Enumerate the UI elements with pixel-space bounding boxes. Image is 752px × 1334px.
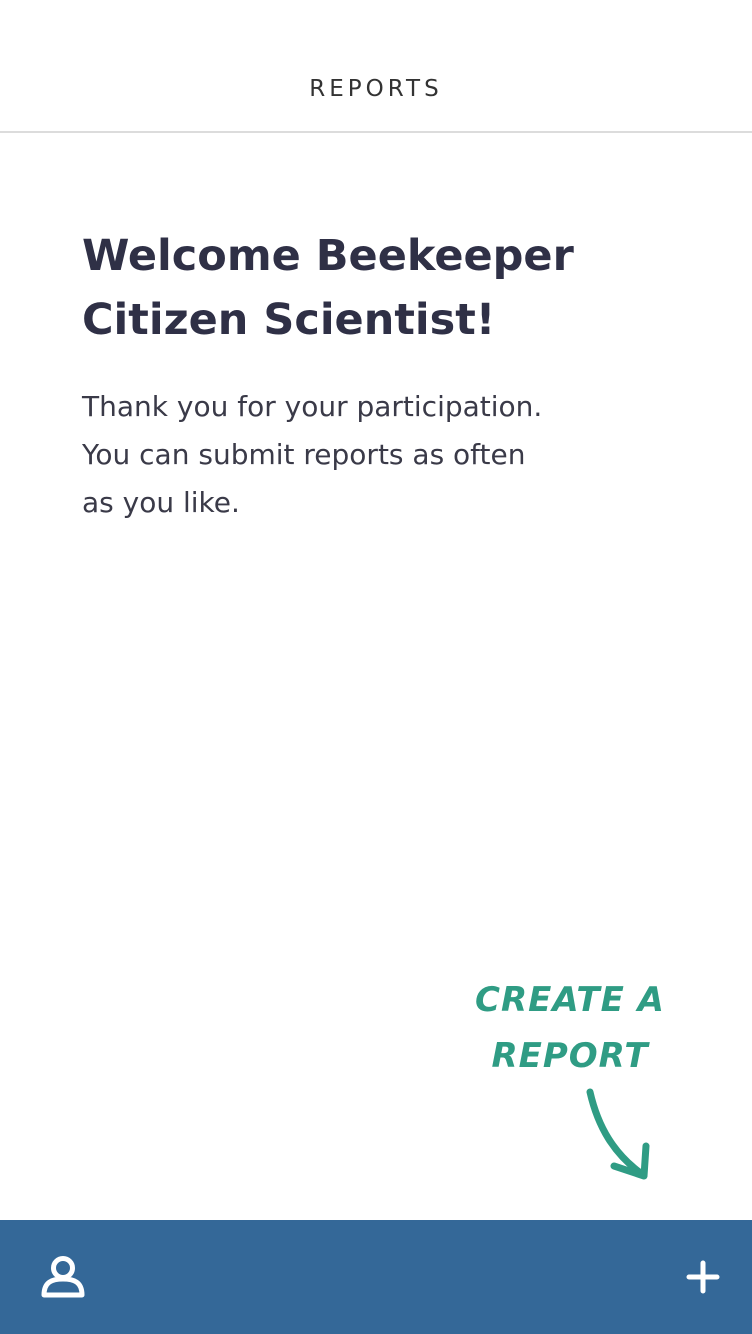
user-icon: [41, 1256, 85, 1298]
profile-button[interactable]: [30, 1244, 96, 1310]
create-report-button[interactable]: [670, 1244, 736, 1310]
welcome-message-line-1: Thank you for your participation.: [82, 390, 543, 423]
plus-icon: [686, 1260, 720, 1294]
welcome-message: Thank you for your participation. You ca…: [82, 383, 602, 527]
welcome-message-line-2: You can submit reports as often: [82, 438, 526, 471]
header-bar: REPORTS: [0, 0, 752, 133]
create-report-hint: CREATE A REPORT: [440, 972, 700, 1084]
welcome-title-line-1: Welcome Beekeeper: [82, 231, 574, 281]
page-title: REPORTS: [309, 76, 443, 102]
welcome-title: Welcome Beekeeper Citizen Scientist!: [82, 224, 642, 352]
welcome-message-line-3: as you like.: [82, 486, 240, 519]
welcome-title-line-2: Citizen Scientist!: [82, 295, 496, 345]
create-report-hint-line-1: CREATE A: [475, 980, 665, 1020]
create-report-hint-line-2: REPORT: [491, 1036, 649, 1076]
bottom-navigation-bar: [0, 1220, 752, 1334]
hint-arrow-icon: [586, 1088, 650, 1180]
